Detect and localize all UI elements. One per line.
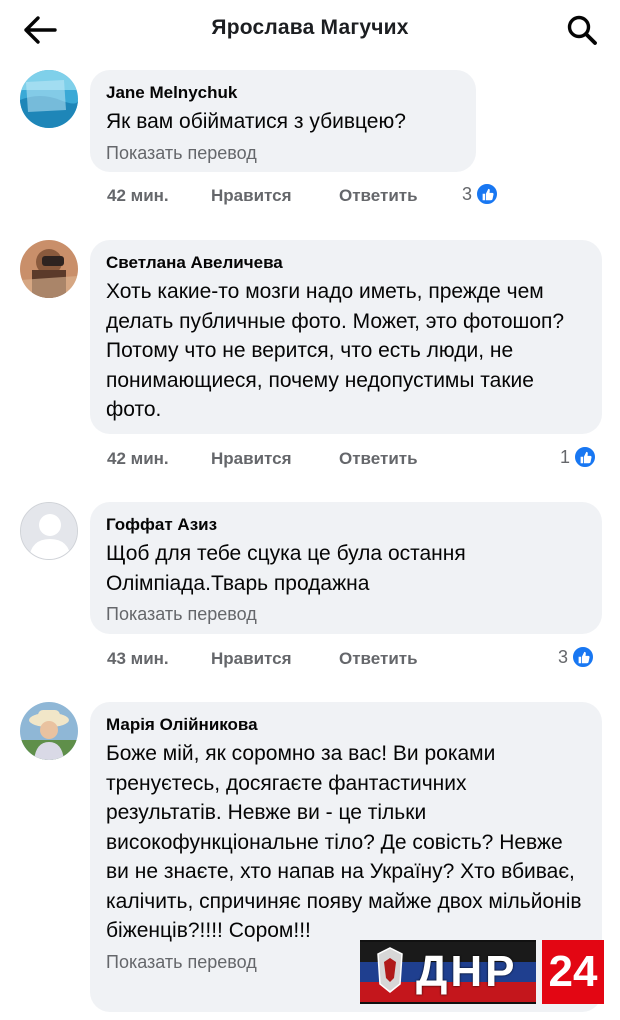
- thumbs-up-icon: [475, 182, 500, 206]
- reply-button[interactable]: Ответить: [339, 449, 418, 469]
- comment-bubble: Гоффат Азиз Щоб для тебе сцука це була о…: [90, 502, 602, 634]
- search-icon[interactable]: [564, 12, 600, 48]
- top-bar: Ярослава Магучих: [0, 0, 620, 62]
- watermark-number: 24: [548, 947, 598, 996]
- reaction-summary[interactable]: 3: [462, 182, 500, 206]
- avatar[interactable]: [20, 70, 78, 128]
- show-translation-link[interactable]: Показать перевод: [106, 141, 460, 165]
- comment-bubble: Jane Melnychuk Як вам обійматися з убивц…: [90, 70, 476, 172]
- reaction-summary[interactable]: 1: [560, 445, 598, 469]
- comment-time[interactable]: 42 мин.: [107, 186, 169, 206]
- avatar[interactable]: [20, 702, 78, 760]
- avatar-placeholder[interactable]: [20, 502, 78, 560]
- reaction-count: 1: [560, 446, 571, 467]
- show-translation-link[interactable]: Показать перевод: [106, 602, 586, 626]
- page-title: Ярослава Магучих: [211, 16, 409, 39]
- comment-text: Щоб для тебе сцука це була остання Олімп…: [106, 542, 466, 595]
- reaction-count: 3: [462, 183, 473, 204]
- avatar[interactable]: [20, 240, 78, 298]
- comment-text: Боже мій, як соромно за вас! Ви роками т…: [106, 742, 582, 942]
- like-button[interactable]: Нравится: [211, 649, 292, 669]
- comment-author[interactable]: Гоффат Азиз: [106, 514, 586, 536]
- comment-bubble: Светлана Авеличева Хоть какие-то мозги н…: [90, 240, 602, 434]
- watermark-text: ДНР: [416, 947, 518, 996]
- comment-author[interactable]: Jane Melnychuk: [106, 82, 460, 104]
- comment-time[interactable]: 42 мин.: [107, 449, 169, 469]
- like-button[interactable]: Нравится: [211, 186, 292, 206]
- reply-button[interactable]: Ответить: [339, 186, 418, 206]
- thumbs-up-icon: [571, 645, 596, 669]
- comment-text: Хоть какие-то мозги надо иметь, прежде ч…: [106, 280, 565, 421]
- comment-time[interactable]: 43 мин.: [107, 649, 169, 669]
- comment-text: Як вам обійматися з убивцею?: [106, 110, 406, 133]
- like-button[interactable]: Нравится: [211, 449, 292, 469]
- reaction-summary[interactable]: 3: [558, 645, 596, 669]
- reaction-count: 3: [558, 646, 569, 667]
- comment-author[interactable]: Светлана Авеличева: [106, 252, 586, 274]
- thumbs-up-icon: [573, 445, 598, 469]
- comment-author[interactable]: Марія Олійникова: [106, 714, 586, 736]
- channel-watermark: ДНР 24: [360, 940, 604, 1004]
- reply-button[interactable]: Ответить: [339, 649, 418, 669]
- coat-of-arms-icon: [377, 947, 403, 993]
